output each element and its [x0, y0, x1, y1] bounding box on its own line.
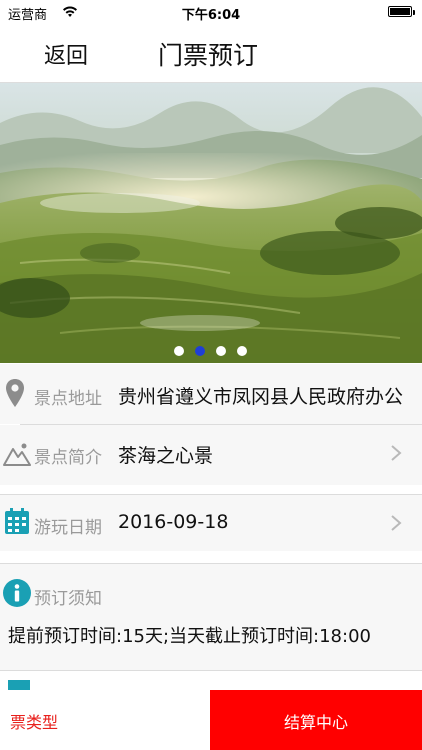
scenic-banner-image[interactable]	[0, 83, 422, 363]
checkout-label: 结算中心	[283, 713, 348, 732]
banner-pagination	[0, 346, 422, 358]
checkout-button[interactable]: 结算中心	[210, 690, 422, 750]
location-pin-icon	[6, 379, 24, 407]
banner-dot[interactable]	[237, 346, 247, 356]
banner-dot-active[interactable]	[195, 346, 205, 356]
address-label: 景点地址	[34, 389, 102, 409]
notice-section: 预订须知	[0, 564, 422, 670]
back-button[interactable]: 返回	[44, 38, 88, 70]
page-title: 门票预订	[158, 41, 259, 70]
date-row[interactable]: 游玩日期 2016-09-18	[0, 495, 422, 551]
date-value: 2016-09-18	[118, 511, 229, 533]
status-time: 下午6:04	[181, 8, 241, 23]
navigation-bar: 返回 门票预订	[0, 24, 422, 83]
intro-value: 茶海之心景	[118, 445, 214, 467]
address-value: 贵州省遵义市凤冈县人民政府办公	[118, 386, 404, 408]
intro-label: 景点简介	[34, 448, 102, 468]
address-row: 景点地址 贵州省遵义市凤冈县人民政府办公	[0, 364, 422, 424]
mountain-icon	[3, 443, 31, 466]
notice-label: 预订须知	[34, 589, 102, 609]
ticket-list-icon	[8, 680, 30, 690]
chevron-right-icon	[391, 515, 402, 531]
notice-text: 提前预订时间:15天;当天截止预订时间:18:00	[8, 626, 371, 647]
chevron-right-icon	[391, 445, 402, 461]
divider	[0, 670, 422, 671]
ticket-type-label: 票类型	[10, 713, 59, 732]
calendar-icon	[5, 508, 29, 534]
status-bar: 运营商 下午6:04	[0, 0, 422, 24]
battery-icon	[388, 6, 415, 17]
info-icon	[3, 579, 31, 607]
date-label: 游玩日期	[34, 518, 102, 538]
banner-dot[interactable]	[216, 346, 226, 356]
intro-row[interactable]: 景点简介 茶海之心景	[0, 425, 422, 485]
bottom-action-bar: 票类型 结算中心	[0, 690, 422, 750]
banner-dot[interactable]	[174, 346, 184, 356]
ticket-type-button[interactable]: 票类型	[0, 690, 210, 750]
landscape-illustration	[0, 83, 422, 363]
